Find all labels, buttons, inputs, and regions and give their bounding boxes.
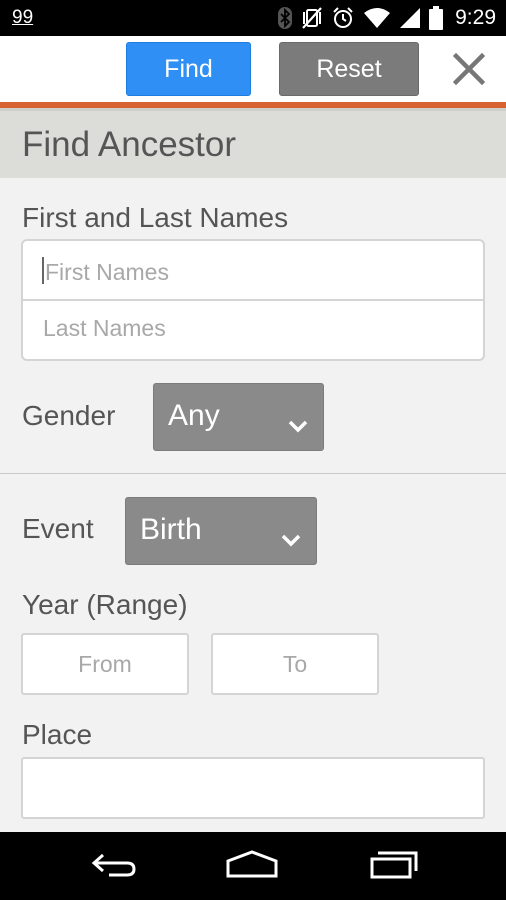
bluetooth-icon	[277, 6, 293, 30]
close-button[interactable]	[446, 48, 492, 94]
last-names-input[interactable]: Last Names	[23, 301, 483, 359]
year-to-input[interactable]: To	[211, 633, 379, 695]
year-from-placeholder: From	[78, 650, 132, 677]
gender-selected-value: Any	[168, 399, 220, 432]
year-range-label: Year (Range)	[22, 589, 188, 620]
clock: 9:29	[455, 6, 496, 29]
vibrate-icon	[301, 6, 323, 30]
text-cursor	[42, 257, 44, 284]
page-title: Find Ancestor	[22, 125, 236, 164]
wifi-icon	[363, 7, 391, 29]
section-divider	[0, 473, 506, 474]
reset-button[interactable]: Reset	[279, 42, 419, 96]
battery-icon	[429, 6, 444, 30]
gender-label: Gender	[22, 400, 116, 431]
close-icon	[452, 52, 486, 90]
signal-icon	[399, 7, 421, 29]
event-select[interactable]: Birth	[125, 497, 317, 565]
alarm-icon	[331, 6, 355, 30]
year-to-placeholder: To	[282, 650, 308, 677]
find-button[interactable]: Find	[126, 42, 251, 96]
place-label: Place	[22, 719, 93, 750]
title-bar: Find Ancestor	[0, 108, 506, 178]
home-button[interactable]	[222, 846, 282, 886]
names-label: First and Last Names	[22, 202, 289, 233]
place-input[interactable]	[21, 757, 485, 819]
first-names-input[interactable]: First Names	[23, 241, 483, 299]
toolbar: Find Reset	[0, 36, 506, 102]
recent-apps-button[interactable]	[364, 846, 424, 886]
first-names-placeholder: First Names	[45, 259, 169, 285]
home-icon	[224, 849, 280, 884]
status-icons: 9:29	[277, 5, 496, 31]
names-field-group: First Names Last Names	[21, 239, 485, 361]
chevron-down-icon	[280, 522, 302, 556]
nav-bar	[0, 832, 506, 900]
chevron-down-icon	[287, 408, 309, 442]
back-icon	[87, 849, 137, 884]
year-from-input[interactable]: From	[21, 633, 189, 695]
last-names-placeholder: Last Names	[43, 315, 166, 341]
gender-select[interactable]: Any	[153, 383, 324, 451]
event-label: Event	[22, 513, 94, 544]
event-selected-value: Birth	[140, 513, 202, 546]
status-bar: 99 9:29	[0, 0, 506, 36]
notification-count: 99	[12, 7, 34, 28]
recent-apps-icon	[368, 849, 420, 884]
back-button[interactable]	[82, 846, 142, 886]
